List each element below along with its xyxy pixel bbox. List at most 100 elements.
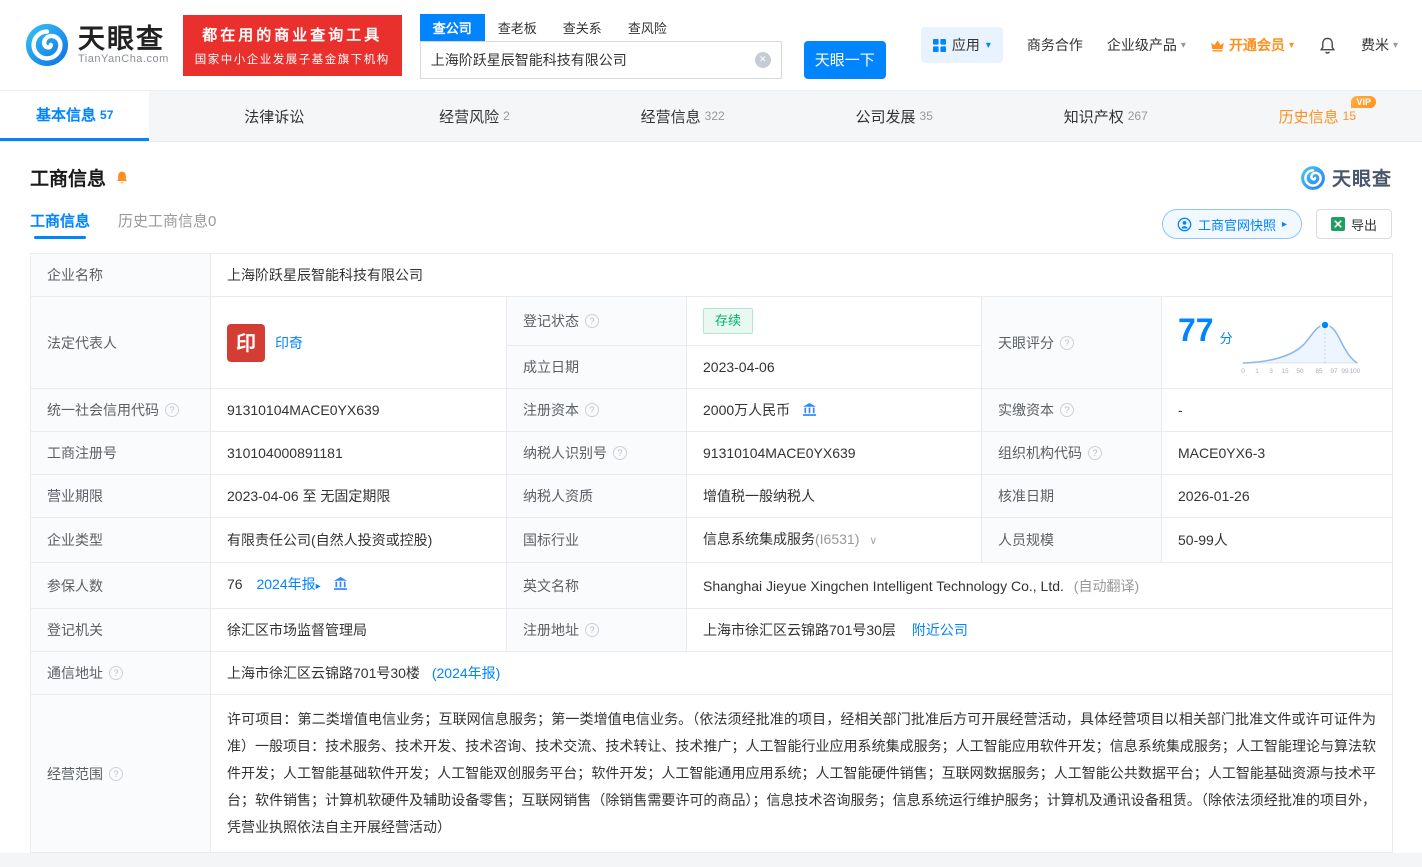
- tab-operation-info[interactable]: 经营信息 322: [605, 91, 761, 141]
- search-area: 查公司 查老板 查关系 查风险 ✕ 天眼一下: [419, 12, 886, 79]
- help-icon[interactable]: ?: [109, 766, 123, 781]
- company-name-value: 上海阶跃星辰智能科技有限公司: [209, 253, 1394, 297]
- field-label: 核准日期: [998, 488, 1054, 504]
- arrow-right-icon: ▸: [1281, 218, 1287, 230]
- field-label: 纳税人识别号: [523, 445, 607, 461]
- subtab-row: 工商信息 历史工商信息0 工商官网快照 ▸ 导出: [30, 209, 1392, 239]
- tab-intellectual-property[interactable]: 知识产权 267: [1028, 91, 1184, 141]
- annual-report-link[interactable]: 2024年报▸: [256, 576, 320, 592]
- slogan-line2: 国家中小企业发展子基金旗下机构: [194, 53, 390, 66]
- svg-text:85: 85: [1315, 368, 1323, 375]
- apps-button[interactable]: 应用 ▾: [920, 27, 1003, 63]
- svg-text:99: 99: [1341, 368, 1349, 375]
- apps-label: 应用: [951, 37, 980, 53]
- vip-badge: VIP: [1351, 96, 1376, 108]
- snapshot-icon: [1177, 217, 1192, 231]
- menu-open-vip[interactable]: 开通会员 ▾: [1210, 35, 1294, 55]
- page-title: 工商信息: [30, 169, 107, 190]
- user-menu[interactable]: 费米 ▾: [1361, 35, 1398, 55]
- taxpayer-id-value: 91310104MACE0YX639: [686, 431, 982, 475]
- table-row: 统一社会信用代码? 91310104MACE0YX639 注册资本? 2000万…: [30, 388, 1394, 432]
- tab-history-info[interactable]: 历史信息 15 VIP: [1243, 91, 1392, 141]
- field-label: 参保人数: [47, 577, 103, 594]
- help-icon[interactable]: ?: [165, 403, 179, 417]
- caret-down-icon: ▾: [1180, 39, 1186, 51]
- field-label: 成立日期: [523, 359, 579, 375]
- legal-rep-avatar[interactable]: 印: [227, 323, 265, 362]
- table-row: 参保人数 76 2024年报▸ 英文名称 Shanghai Jieyue Xin…: [30, 562, 1394, 609]
- field-label: 统一社会信用代码: [47, 402, 159, 418]
- field-label: 实缴资本: [998, 402, 1054, 418]
- help-icon[interactable]: ?: [585, 314, 599, 328]
- tab-basic-info[interactable]: 基本信息 57: [0, 91, 150, 141]
- business-scope-value: 许可项目：第二类增值电信业务；互联网信息服务；第一类增值电信业务。（依法须经批准…: [227, 711, 1377, 835]
- staff-size-value: 50-99人: [1160, 517, 1394, 563]
- field-label: 经营范围: [47, 765, 103, 782]
- table-row: 通信地址? 上海市徐汇区云锦路701号30楼 (2024年报): [30, 651, 1394, 695]
- help-icon[interactable]: ?: [1060, 335, 1074, 350]
- insured-history-icon[interactable]: [333, 576, 348, 591]
- search-tab-risk[interactable]: 查风险: [615, 14, 680, 41]
- arrow-right-icon: ▸: [315, 581, 321, 592]
- auto-translate-note: (自动翻译): [1073, 577, 1140, 594]
- search-tab-boss[interactable]: 查老板: [485, 14, 550, 41]
- help-icon[interactable]: ?: [109, 666, 123, 680]
- svg-text:100: 100: [1349, 368, 1360, 375]
- capital-change-icon[interactable]: [802, 402, 817, 417]
- svg-text:15: 15: [1281, 368, 1289, 375]
- export-button[interactable]: 导出: [1315, 209, 1392, 239]
- search-tab-relation[interactable]: 查关系: [550, 14, 615, 41]
- tianyancha-watermark: 天眼查: [1300, 164, 1392, 191]
- svg-text:3: 3: [1269, 368, 1273, 375]
- header-menu: 应用 ▾ 商务合作 企业级产品 ▾ 开通会员 ▾ 费米 ▾: [920, 0, 1398, 90]
- tab-company-development[interactable]: 公司发展 35: [820, 91, 969, 141]
- help-icon[interactable]: ?: [613, 446, 627, 460]
- search-input[interactable]: [430, 51, 755, 68]
- page-bottom: [0, 853, 1422, 867]
- nearby-companies-link[interactable]: 附近公司: [912, 622, 968, 638]
- notifications-button[interactable]: [1318, 36, 1337, 55]
- bell-icon: [1319, 37, 1336, 54]
- score-curve-chart: 0 1 3 15 50 85 97 99 100: [1240, 319, 1360, 375]
- tab-operation-risk[interactable]: 经营风险 2: [403, 91, 546, 141]
- brand-domain: TianYanCha.com: [78, 53, 169, 66]
- page: 天眼查 TianYanCha.com 都在用的商业查询工具 国家中小企业发展子基…: [0, 0, 1422, 853]
- reg-authority-value: 徐汇区市场监督管理局: [210, 608, 507, 652]
- table-row: 企业名称 上海阶跃星辰智能科技有限公司: [30, 253, 1394, 297]
- menu-cooperation[interactable]: 商务合作: [1027, 35, 1083, 55]
- field-label: 纳税人资质: [523, 488, 593, 504]
- excel-icon: [1330, 217, 1345, 231]
- table-row: 登记机关 徐汇区市场监督管理局 注册地址? 上海市徐汇区云锦路701号30层 附…: [30, 608, 1394, 652]
- reg-capital-value: 2000万人民币: [703, 402, 791, 418]
- subtab-history-business-info[interactable]: 历史工商信息0: [118, 210, 216, 239]
- industry-value: 信息系统集成服务: [703, 531, 815, 547]
- grid-icon: [932, 38, 946, 52]
- mail-annual-report-link[interactable]: (2024年报): [432, 665, 500, 681]
- help-icon[interactable]: ?: [1060, 403, 1074, 417]
- field-label: 注册资本: [523, 402, 579, 418]
- menu-enterprise-products[interactable]: 企业级产品 ▾: [1107, 35, 1186, 55]
- company-nav-tabs: 基本信息 57 法律诉讼 经营风险 2 经营信息 322 公司发展 35 知识产权 267…: [0, 90, 1422, 142]
- taxpayer-quality-value: 增值税一般纳税人: [686, 474, 982, 518]
- legal-rep-link[interactable]: 印奇: [275, 333, 303, 353]
- table-row: 企业类型 有限责任公司(自然人投资或控股) 国标行业 信息系统集成服务(I653…: [30, 517, 1394, 563]
- official-snapshot-button[interactable]: 工商官网快照 ▸: [1161, 209, 1302, 239]
- slogan-line1: 都在用的商业查询工具: [202, 26, 383, 44]
- tab-legal-litigation[interactable]: 法律诉讼: [208, 91, 344, 141]
- help-icon[interactable]: ?: [1088, 446, 1102, 460]
- search-tab-company[interactable]: 查公司: [419, 13, 485, 41]
- field-label: 组织机构代码: [998, 445, 1082, 461]
- svg-text:0: 0: [1241, 368, 1245, 375]
- help-icon[interactable]: ?: [585, 403, 599, 417]
- brand-logo[interactable]: 天眼查 TianYanCha.com: [24, 22, 169, 68]
- section-head: 工商信息 天眼查: [30, 164, 1392, 191]
- subtab-business-info[interactable]: 工商信息: [30, 210, 90, 239]
- search-button[interactable]: 天眼一下: [803, 40, 886, 79]
- chevron-down-icon[interactable]: ∨: [869, 535, 877, 547]
- table-row: 工商注册号 310104000891181 纳税人识别号? 91310104MA…: [30, 431, 1394, 475]
- subscribe-bell-icon[interactable]: [114, 170, 130, 186]
- table-row: 经营范围? 许可项目：第二类增值电信业务；互联网信息服务；第一类增值电信业务。（…: [30, 694, 1394, 853]
- field-label: 企业类型: [47, 532, 103, 548]
- help-icon[interactable]: ?: [585, 623, 599, 637]
- clear-icon[interactable]: ✕: [754, 51, 771, 68]
